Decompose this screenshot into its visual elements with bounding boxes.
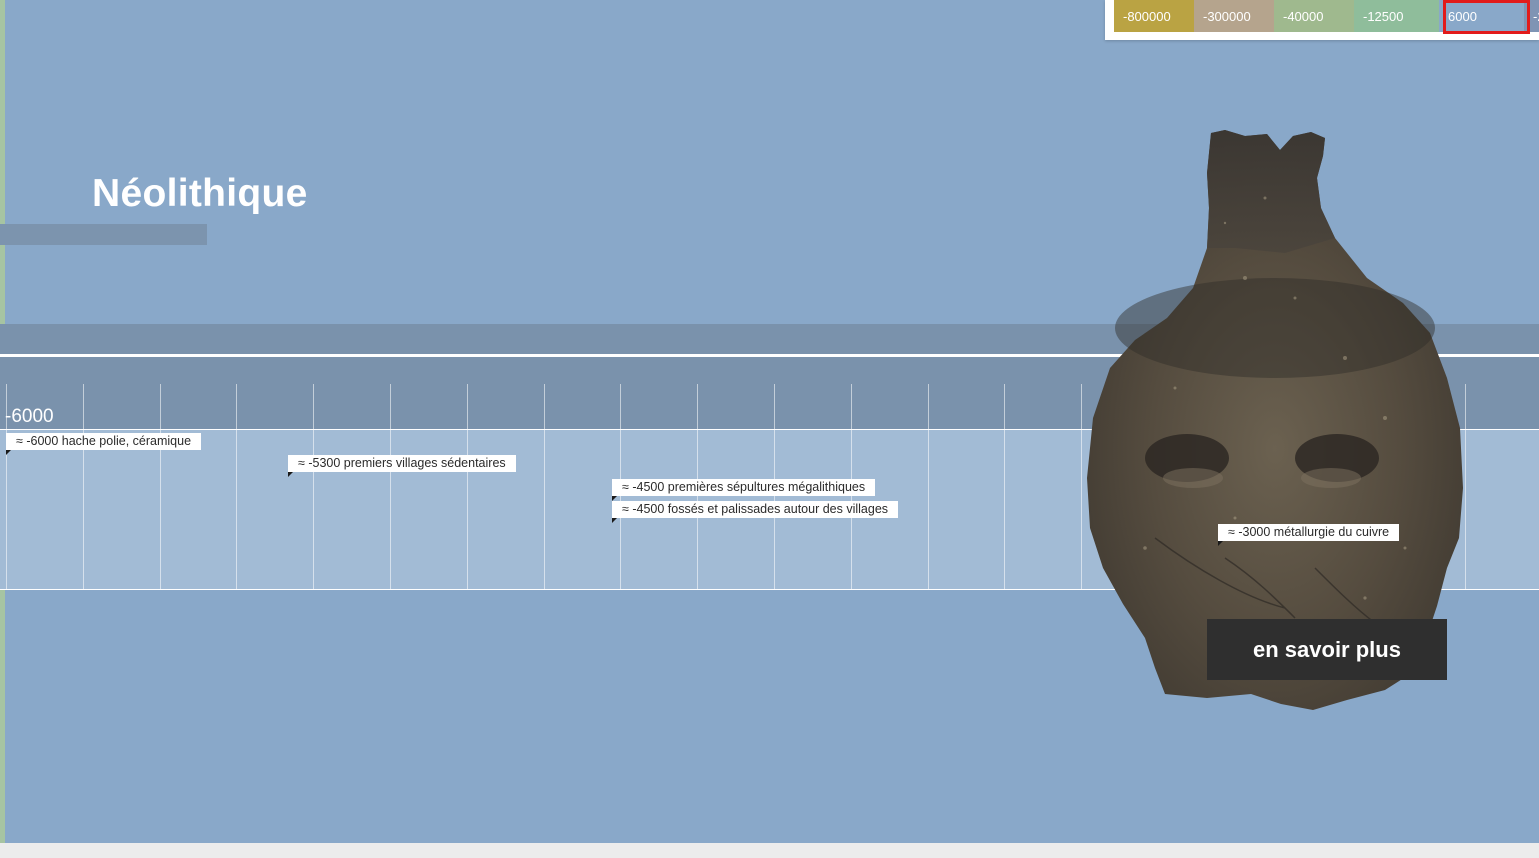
period-item-800000[interactable]: -800000 [1114, 0, 1194, 32]
event-label: ≈ -6000 hache polie, céramique [16, 434, 192, 448]
event-label: ≈ -5300 premiers villages sédentaires [298, 456, 506, 470]
current-period-highlight [1443, 0, 1530, 34]
period-title: Néolithique [92, 172, 308, 215]
event-label: ≈ -3000 métallurgie du cuivre [1228, 525, 1390, 539]
timeline-gridline [390, 384, 391, 589]
timeline-gridline [467, 384, 468, 589]
timeline-event[interactable]: ≈ -3000 métallurgie du cuivre [1218, 524, 1400, 546]
timeline-gridline [236, 384, 237, 589]
timeline-event[interactable]: ≈ -5300 premiers villages sédentaires [288, 455, 516, 477]
bottom-strip [0, 843, 1539, 858]
timeline-gridline [544, 384, 545, 589]
timeline-start-year: -6000 [5, 406, 54, 427]
timeline-gridline [928, 384, 929, 589]
period-item-40000[interactable]: -40000 [1274, 0, 1354, 32]
event-marker-icon [288, 472, 293, 477]
timeline-event[interactable]: ≈ -6000 hache polie, céramique [6, 433, 202, 455]
timeline-gridline [313, 384, 314, 589]
event-marker-icon [6, 450, 11, 455]
event-marker-icon [612, 518, 617, 523]
period-item-12500[interactable]: -12500 [1354, 0, 1439, 32]
timeline-event[interactable]: ≈ -4500 fossés et palissades autour des … [612, 501, 899, 523]
timeline-gridline [160, 384, 161, 589]
event-marker-icon [1218, 541, 1223, 546]
learn-more-button[interactable]: en savoir plus [1207, 619, 1447, 680]
timeline-event[interactable]: ≈ -4500 premières sépultures mégalithiqu… [612, 479, 876, 501]
timeline-gridline [1004, 384, 1005, 589]
period-item-300000[interactable]: -300000 [1194, 0, 1274, 32]
timeline-gridline [1081, 384, 1082, 589]
title-underline-bar [0, 224, 207, 245]
timeline-gridline [83, 384, 84, 589]
event-label: ≈ -4500 premières sépultures mégalithiqu… [622, 480, 866, 494]
timeline-gridline [1465, 384, 1466, 589]
event-label: ≈ -4500 fossés et palissades autour des … [622, 502, 889, 516]
